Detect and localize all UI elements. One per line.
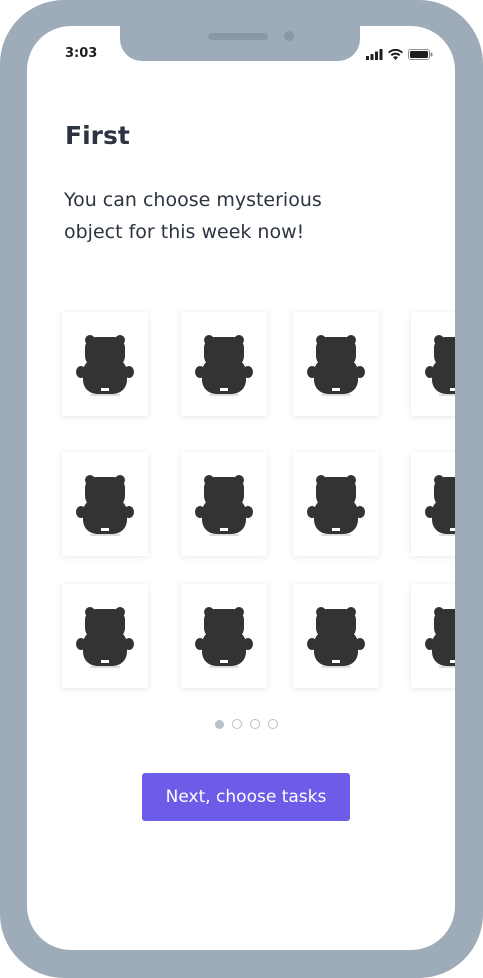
object-card[interactable] [411, 584, 455, 688]
front-camera [284, 31, 294, 41]
next-choose-tasks-button[interactable]: Next, choose tasks [142, 773, 350, 821]
object-card[interactable] [293, 452, 379, 556]
bear-silhouette-icon [425, 475, 455, 536]
object-card[interactable] [293, 584, 379, 688]
page-dot-active[interactable] [215, 719, 224, 729]
app-screen: 3:03 First You can choose mysterious obj… [27, 26, 455, 950]
page-indicator [215, 719, 278, 729]
page-dot[interactable] [268, 719, 278, 729]
bear-silhouette-icon [195, 607, 253, 668]
bear-silhouette-icon [195, 475, 253, 536]
page-dot[interactable] [232, 719, 242, 729]
object-card[interactable] [181, 312, 267, 416]
bear-silhouette-icon [307, 475, 365, 536]
object-card[interactable] [411, 312, 455, 416]
page-subtitle: You can choose mysterious object for thi… [64, 189, 322, 243]
phone-notch [120, 26, 360, 61]
page-dot[interactable] [250, 719, 260, 729]
bear-silhouette-icon [425, 607, 455, 668]
bear-silhouette-icon [307, 607, 365, 668]
bear-silhouette-icon [76, 607, 134, 668]
speaker-grille [208, 33, 268, 40]
bear-silhouette-icon [195, 335, 253, 396]
page-title: First [65, 121, 130, 150]
bear-silhouette-icon [307, 335, 365, 396]
object-card[interactable] [181, 584, 267, 688]
object-grid [27, 306, 455, 696]
signal-icon [366, 45, 383, 64]
status-time: 3:03 [65, 46, 98, 61]
object-card[interactable] [293, 312, 379, 416]
status-icons [366, 45, 433, 64]
object-card[interactable] [62, 312, 148, 416]
object-card[interactable] [62, 452, 148, 556]
wifi-icon [388, 45, 403, 64]
bear-silhouette-icon [76, 475, 134, 536]
bear-silhouette-icon [76, 335, 134, 396]
bear-silhouette-icon [425, 335, 455, 396]
object-card[interactable] [62, 584, 148, 688]
phone-frame: 3:03 First You can choose mysterious obj… [0, 0, 483, 978]
battery-icon [408, 45, 433, 64]
object-card[interactable] [411, 452, 455, 556]
object-card[interactable] [181, 452, 267, 556]
